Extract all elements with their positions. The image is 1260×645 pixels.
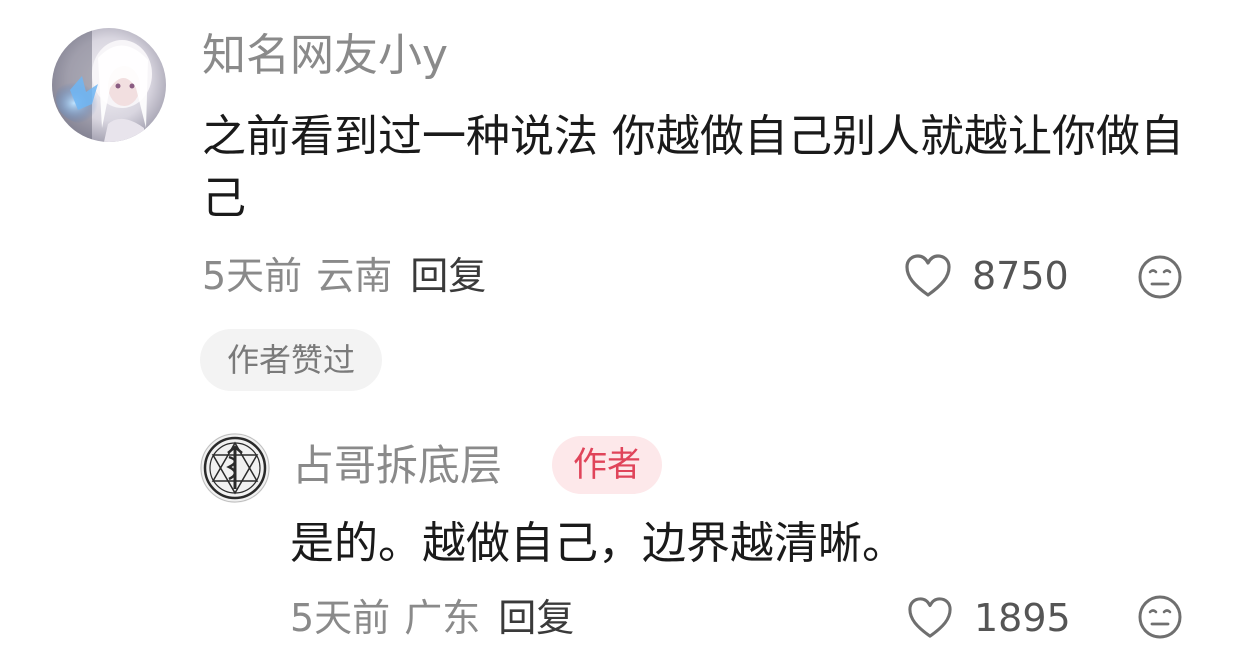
reply-time: 5天前 (290, 596, 391, 640)
heart-icon[interactable] (904, 253, 952, 299)
like-count: 8750 (972, 254, 1069, 298)
author-username[interactable]: 占哥拆底层 (292, 440, 502, 492)
comment-thread: 知名网友小y 之前看到过一种说法 你越做自己别人就越让你做自己 5天前 云南 回复 … (0, 0, 1260, 645)
comment-time: 5天前 (202, 254, 303, 298)
author-avatar[interactable] (200, 433, 270, 503)
dislike-face-icon[interactable] (1137, 254, 1183, 300)
reply-location: 广东 (404, 596, 481, 640)
dislike-face-icon[interactable] (1137, 594, 1183, 640)
reply-text: 是的。越做自己，边界越清晰。 (290, 518, 906, 569)
comment-location: 云南 (316, 254, 393, 298)
comment-meta: 5天前 云南 回复 (202, 252, 486, 300)
reply-meta: 5天前 广东 回复 (290, 594, 574, 642)
user-avatar[interactable] (52, 28, 166, 142)
like-count: 1895 (974, 596, 1071, 640)
heart-icon[interactable] (906, 596, 954, 640)
author-liked-chip: 作者赞过 (200, 329, 382, 391)
author-badge: 作者 (552, 436, 662, 494)
reply-button[interactable]: 回复 (498, 596, 574, 640)
comment-text: 之前看到过一种说法 你越做自己别人就越让你做自己 (202, 111, 1184, 224)
reply-button[interactable]: 回复 (410, 254, 486, 298)
username[interactable]: 知名网友小y (202, 30, 448, 82)
